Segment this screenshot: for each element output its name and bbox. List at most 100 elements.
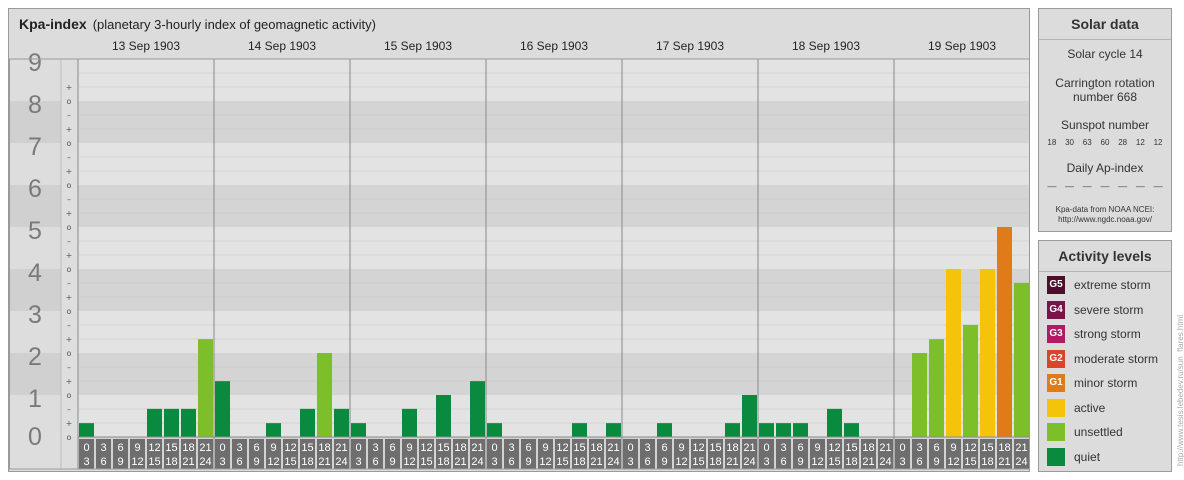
kp-bar (300, 408, 315, 437)
ap-value: — (1100, 181, 1110, 191)
interval-start-label: 0 (491, 442, 497, 454)
interval-start-label: 18 (998, 442, 1010, 454)
interval-start-label: 9 (950, 442, 956, 454)
interval-start-label: 12 (828, 442, 840, 454)
interval-start-label: 21 (607, 442, 619, 454)
interval-end-label: 24 (1015, 456, 1027, 468)
interval-end-label: 12 (947, 456, 959, 468)
interval-start-label: 9 (542, 442, 548, 454)
kp-bar (334, 408, 349, 437)
interval-end-label: 12 (539, 456, 551, 468)
y-tick-label: 9 (28, 49, 42, 77)
interval-end-label: 18 (165, 456, 177, 468)
kp-bar (946, 269, 961, 437)
interval-start-label: 15 (709, 442, 721, 454)
data-source-label: Kpa-data from NOAA NCEI: (1055, 205, 1155, 214)
chart-title-main: Kpa-index (19, 16, 87, 32)
ap-value: — (1047, 181, 1057, 191)
interval-end-label: 12 (267, 456, 279, 468)
interval-start-label: 9 (270, 442, 276, 454)
y-minor-label: – (67, 111, 71, 120)
interval-start-label: 9 (678, 442, 684, 454)
legend-item-g2: G2 moderate storm (1047, 347, 1158, 372)
interval-start-label: 9 (134, 442, 140, 454)
kp-bar (181, 408, 196, 437)
interval-start-label: 12 (284, 442, 296, 454)
y-minor-label: + (66, 335, 73, 344)
kp-bar (147, 408, 162, 437)
y-minor-label: o (67, 307, 72, 316)
y-minor-label: o (67, 265, 72, 274)
sunspot-value: 18 (1047, 138, 1057, 147)
interval-end-label: 18 (981, 456, 993, 468)
carrington-rotation-number: number 668 (1072, 90, 1138, 104)
ap-index-heading: Daily Ap-index (1066, 161, 1144, 175)
interval-start-label: 18 (590, 442, 602, 454)
interval-start-label: 21 (199, 442, 211, 454)
interval-end-label: 3 (627, 456, 633, 468)
kp-bar (487, 423, 502, 437)
y-minor-label: o (67, 433, 72, 442)
interval-start-label: 0 (627, 442, 633, 454)
y-minor-label: + (66, 377, 73, 386)
y-tick-label: 4 (28, 259, 42, 287)
activity-levels-panel: Activity levels G5 extreme storm G4 seve… (1038, 240, 1172, 472)
interval-start-label: 6 (525, 442, 531, 454)
activity-legend: G5 extreme storm G4 severe storm G3 stro… (1047, 273, 1158, 469)
interval-start-label: 12 (148, 442, 160, 454)
interval-end-label: 21 (454, 456, 466, 468)
interval-start-label: 15 (845, 442, 857, 454)
interval-start-label: 6 (253, 442, 259, 454)
interval-end-label: 21 (590, 456, 602, 468)
interval-end-label: 15 (828, 456, 840, 468)
day-label: 17 Sep 1903 (656, 39, 724, 53)
day-label: 13 Sep 1903 (112, 39, 180, 53)
y-tick-label: 6 (28, 175, 42, 203)
interval-end-label: 21 (998, 456, 1010, 468)
kp-bar (912, 353, 927, 437)
interval-start-label: 3 (508, 442, 514, 454)
kp-bar (351, 423, 366, 437)
kp-bar (963, 324, 978, 437)
legend-item-g3: G3 strong storm (1047, 322, 1158, 347)
y-minor-label: + (66, 293, 73, 302)
interval-end-label: 18 (437, 456, 449, 468)
interval-end-label: 24 (607, 456, 619, 468)
interval-start-label: 0 (83, 442, 89, 454)
y-tick-label: 2 (28, 343, 42, 371)
legend-item-active: active (1047, 396, 1158, 421)
interval-end-label: 3 (491, 456, 497, 468)
solar-cycle: Solar cycle 14 (1067, 47, 1143, 61)
kp-bar (79, 423, 94, 437)
interval-end-label: 6 (644, 456, 650, 468)
credit-url: http://www.tesis.lebedev.ru/sun_flares.h… (1176, 314, 1184, 466)
y-minor-label: – (67, 321, 71, 330)
interval-start-label: 21 (471, 442, 483, 454)
interval-end-label: 9 (389, 456, 395, 468)
kp-bar (215, 381, 230, 437)
kp-bar (657, 423, 672, 437)
interval-start-label: 18 (862, 442, 874, 454)
kp-bar (402, 408, 417, 437)
y-tick-label: 7 (28, 133, 42, 161)
interval-end-label: 21 (726, 456, 738, 468)
interval-start-label: 9 (406, 442, 412, 454)
interval-end-label: 24 (335, 456, 347, 468)
legend-swatch (1047, 447, 1065, 466)
ap-value: — (1153, 181, 1163, 191)
kp-bar (980, 269, 995, 437)
solar-data-panel: Solar data Solar cycle 14 Carrington rot… (1038, 8, 1172, 232)
interval-start-label: 15 (981, 442, 993, 454)
sunspot-value: 12 (1153, 138, 1163, 147)
interval-end-label: 15 (148, 456, 160, 468)
kp-bar (572, 423, 587, 437)
interval-start-label: 21 (335, 442, 347, 454)
interval-end-label: 12 (131, 456, 143, 468)
chart-title: Kpa-index (planetary 3-hourly index of ge… (19, 16, 376, 32)
interval-end-label: 9 (661, 456, 667, 468)
y-band (78, 143, 1029, 185)
interval-end-label: 9 (117, 456, 123, 468)
interval-end-label: 18 (845, 456, 857, 468)
interval-end-label: 3 (763, 456, 769, 468)
legend-item-g5: G5 extreme storm (1047, 273, 1158, 298)
